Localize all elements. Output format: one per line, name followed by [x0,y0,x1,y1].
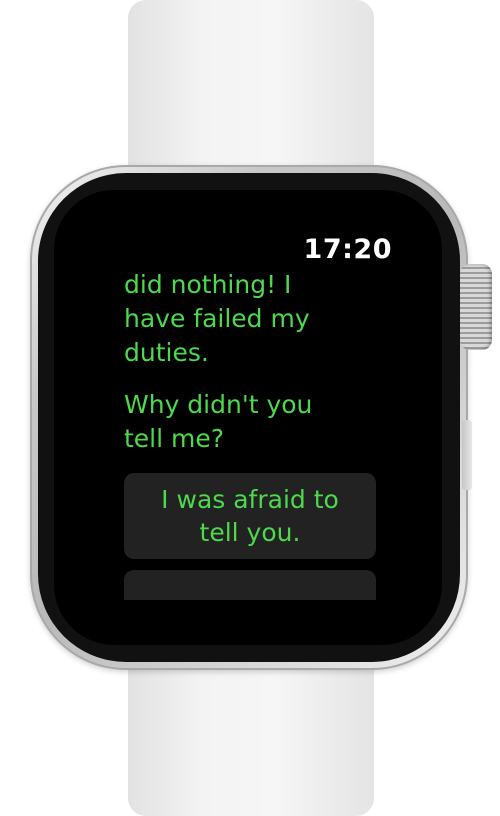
message-text: did nothing! I have failed my duties. [124,270,310,367]
reply-option-button[interactable] [124,570,376,600]
side-button[interactable] [462,420,472,490]
message-text: Why didn't you tell me? [124,390,313,453]
reply-option-button[interactable]: I was afraid to tell you. [124,473,376,559]
digital-crown[interactable] [460,264,492,350]
watch-screen: 17:20 did nothing! I have failed my duti… [54,190,442,645]
status-time: 17:20 [303,234,392,265]
watch-mockup: 17:20 did nothing! I have failed my duti… [0,0,500,816]
